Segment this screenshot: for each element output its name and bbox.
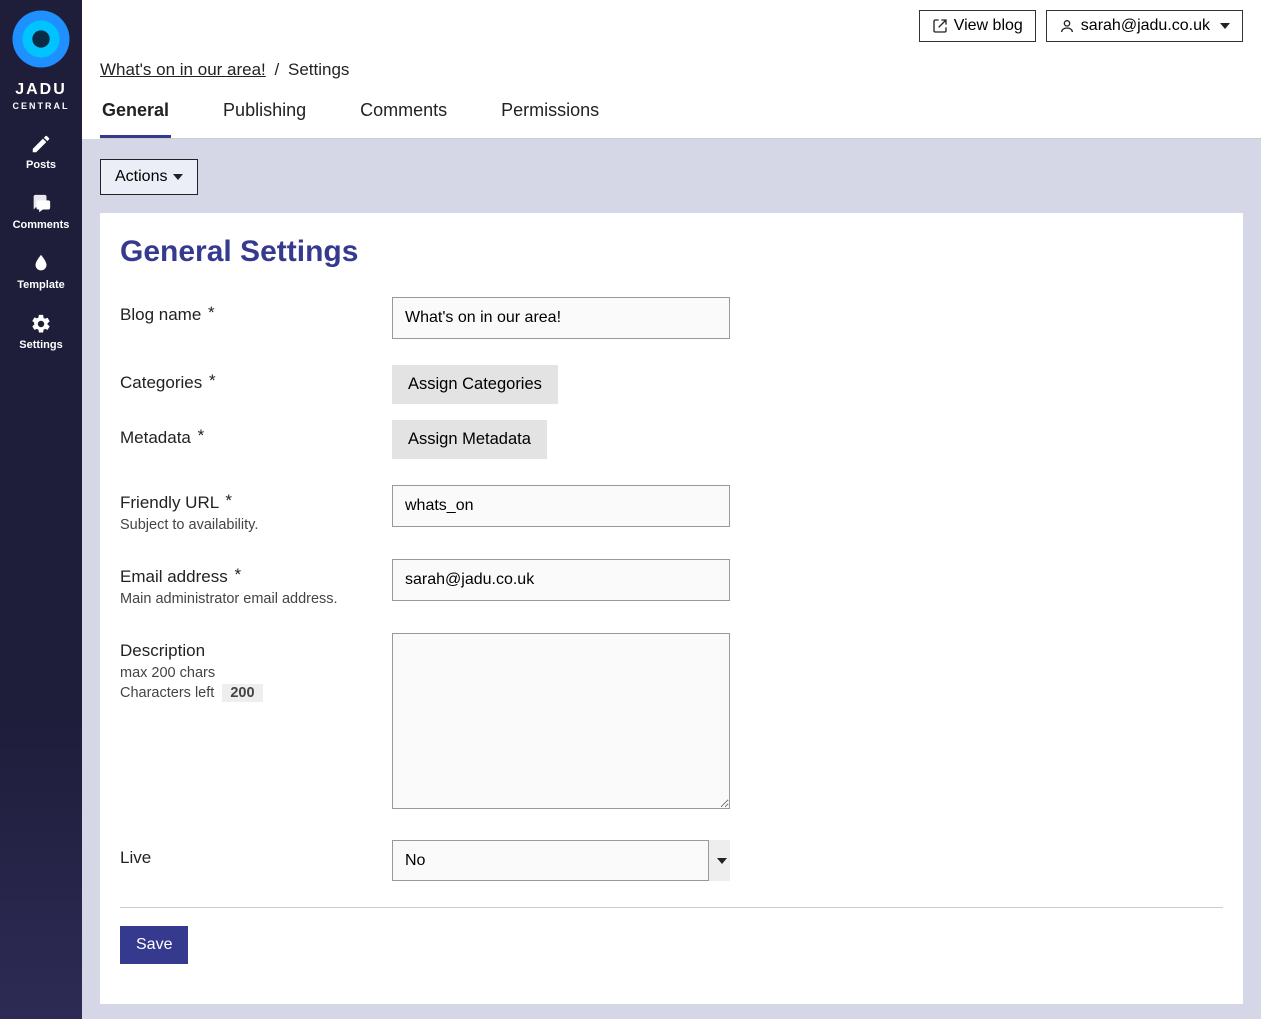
help-email: Main administrator email address. [120,591,392,607]
blog-name-input[interactable] [392,297,730,339]
sidebar-item-label: Comments [13,219,70,231]
comments-icon [27,193,55,215]
help-description-chars: Characters left 200 [120,685,392,701]
sidebar-item-posts[interactable]: Posts [0,121,82,181]
help-description-max: max 200 chars [120,665,392,681]
live-select[interactable]: No [392,840,730,881]
required-marker: * [198,426,205,445]
brand-name: JADU [0,81,82,99]
required-marker: * [209,371,216,390]
tab-publishing[interactable]: Publishing [221,100,308,138]
chars-left-label: Characters left [120,685,214,701]
tabs: General Publishing Comments Permissions [100,100,1261,139]
logo-icon [10,8,72,70]
sidebar: JADU CENTRAL Posts Comments Template Set… [0,0,82,1019]
settings-panel: General Settings Blog name * Categories … [100,213,1243,1004]
sidebar-item-settings[interactable]: Settings [0,301,82,361]
assign-metadata-button[interactable]: Assign Metadata [392,420,547,459]
required-marker: * [225,491,232,510]
label-email: Email address [120,567,228,586]
label-blog-name: Blog name [120,305,201,324]
tab-general[interactable]: General [100,100,171,138]
droplet-icon [27,253,55,275]
row-metadata: Metadata * Assign Metadata [120,420,1223,459]
breadcrumb-link[interactable]: What's on in our area! [100,60,266,79]
row-blog-name: Blog name * [120,297,1223,339]
assign-categories-button[interactable]: Assign Categories [392,365,558,404]
content-area: Actions General Settings Blog name * Cat… [82,139,1261,1019]
tab-comments[interactable]: Comments [358,100,449,138]
label-live: Live [120,848,151,867]
friendly-url-input[interactable] [392,485,730,527]
required-marker: * [208,303,215,322]
brand-logo[interactable]: JADU CENTRAL [0,6,82,121]
divider [120,907,1223,908]
breadcrumb-separator: / [275,60,280,79]
sidebar-item-template[interactable]: Template [0,241,82,301]
save-button[interactable]: Save [120,926,188,964]
description-textarea[interactable] [392,633,730,809]
required-marker: * [234,565,241,584]
row-friendly-url: Friendly URL * Subject to availability. [120,485,1223,533]
row-live: Live No [120,840,1223,881]
label-categories: Categories [120,373,202,392]
label-friendly-url: Friendly URL [120,493,219,512]
row-categories: Categories * Assign Categories [120,365,1223,404]
caret-down-icon [173,174,183,180]
email-input[interactable] [392,559,730,601]
breadcrumb-current: Settings [288,60,349,79]
page-header: What's on in our area! / Settings Genera… [82,0,1261,139]
row-description: Description max 200 chars Characters lef… [120,633,1223,814]
tab-permissions[interactable]: Permissions [499,100,601,138]
label-metadata: Metadata [120,428,191,447]
pencil-icon [27,133,55,155]
help-friendly-url: Subject to availability. [120,517,392,533]
sidebar-item-comments[interactable]: Comments [0,181,82,241]
row-email: Email address * Main administrator email… [120,559,1223,607]
actions-label: Actions [115,168,167,186]
sidebar-item-label: Template [17,279,64,291]
chars-left-count: 200 [222,684,262,702]
gear-icon [27,313,55,335]
sidebar-item-label: Settings [19,339,62,351]
brand-subtitle: CENTRAL [0,101,82,111]
breadcrumb: What's on in our area! / Settings [100,60,1261,80]
actions-dropdown-button[interactable]: Actions [100,159,198,195]
sidebar-item-label: Posts [26,159,56,171]
panel-title: General Settings [120,235,1223,269]
label-description: Description [120,641,205,660]
